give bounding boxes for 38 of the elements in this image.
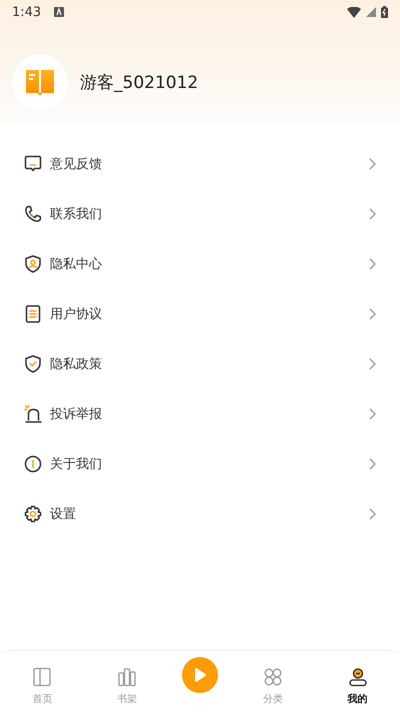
chevron-right-icon: [369, 258, 376, 270]
phone-icon: [24, 205, 42, 223]
username: 游客_5021012: [80, 72, 198, 94]
chevron-right-icon: [369, 508, 376, 520]
menu-item[interactable]: 联系我们: [0, 189, 400, 239]
wifi-icon: [347, 6, 361, 18]
menu-item[interactable]: 意见反馈: [0, 139, 400, 189]
book-icon: [25, 67, 55, 97]
menu-item[interactable]: 设置: [0, 489, 400, 539]
menu-item[interactable]: 隐私政策: [0, 339, 400, 389]
person-icon: [348, 667, 368, 687]
chevron-right-icon: [369, 208, 376, 220]
play-button[interactable]: [182, 657, 218, 693]
menu-item[interactable]: 投诉举报: [0, 389, 400, 439]
status-time: 1:43: [12, 4, 42, 20]
menu-item[interactable]: 关于我们: [0, 439, 400, 489]
shield-check-icon: [24, 355, 42, 373]
chevron-right-icon: [369, 358, 376, 370]
battery-icon: [381, 6, 388, 18]
alarm-icon: [24, 405, 42, 423]
chevron-right-icon: [369, 158, 376, 170]
chevron-right-icon: [369, 408, 376, 420]
info-icon: [24, 455, 42, 473]
chevron-right-icon: [369, 308, 376, 320]
play-icon: [192, 667, 207, 683]
grid-icon: [262, 667, 283, 687]
signal-icon: [366, 7, 376, 17]
notification-icon: [54, 7, 64, 17]
menu-item[interactable]: 隐私中心: [0, 239, 400, 289]
shield-person-icon: [24, 255, 42, 273]
chevron-right-icon: [369, 458, 376, 470]
nav-tab[interactable]: 我的: [328, 667, 388, 706]
document-icon: [24, 305, 42, 323]
menu-item[interactable]: 用户协议: [0, 289, 400, 339]
book-icon: [32, 667, 52, 687]
feedback-icon: [24, 155, 42, 173]
bookshelf-icon: [117, 667, 138, 687]
gear-icon: [24, 505, 42, 523]
